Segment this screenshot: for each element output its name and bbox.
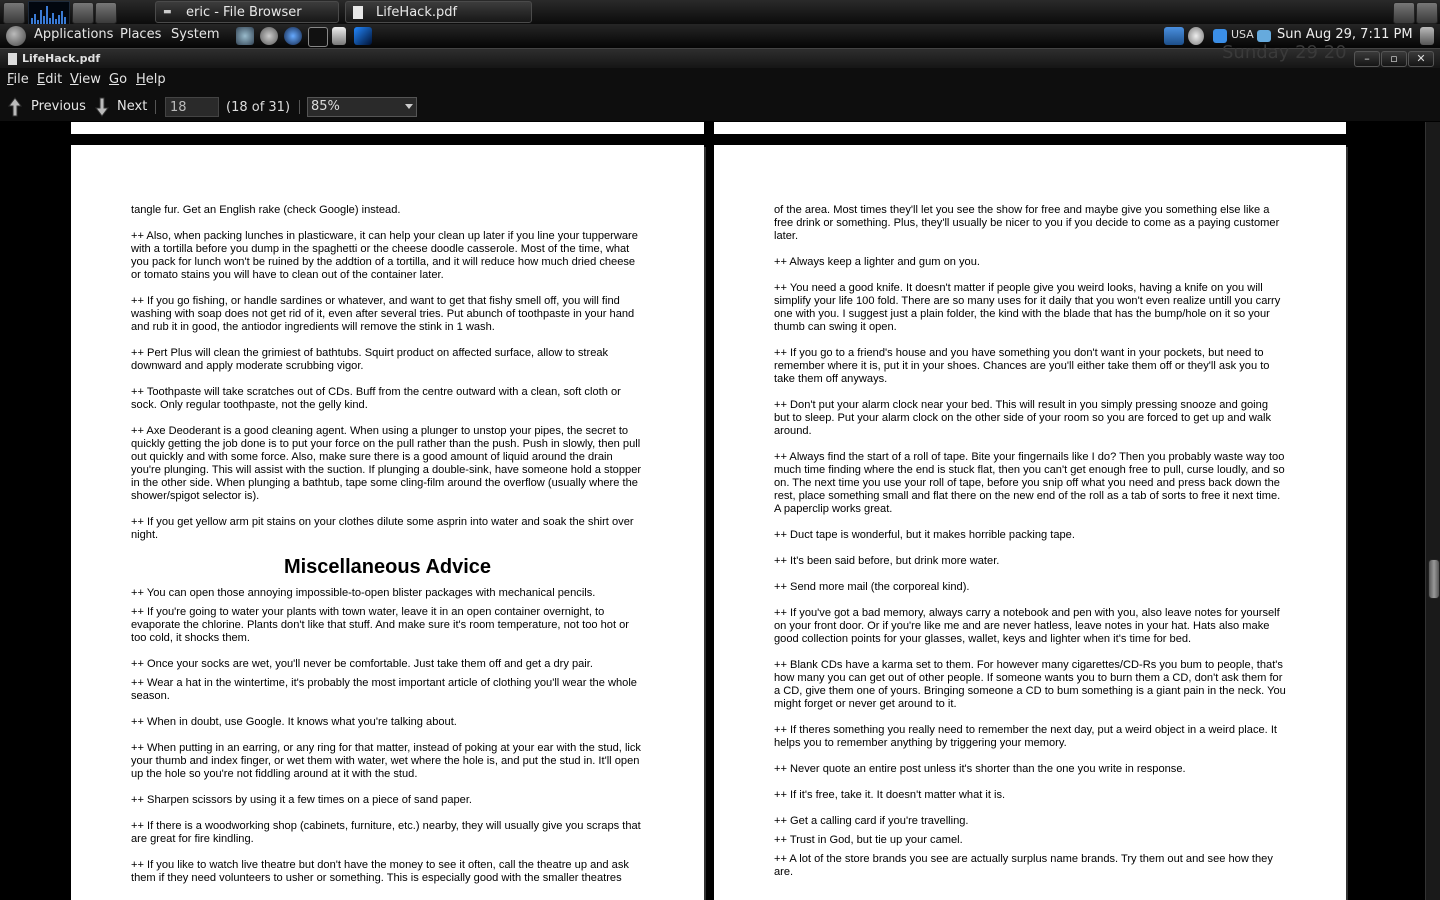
- paragraph: ++ If you've got a bad memory, always ca…: [774, 607, 1280, 645]
- paragraph: ++ Toothpaste will take scratches out of…: [131, 386, 621, 411]
- paragraph: ++ Blank CDs have a karma set to them. F…: [774, 659, 1286, 710]
- menu-view[interactable]: View: [70, 72, 101, 87]
- vertical-scrollbar[interactable]: [1425, 122, 1440, 900]
- toolbar-separator: [299, 100, 300, 114]
- desktop-date-widget: Sunday 29 20: [1222, 42, 1347, 63]
- page-count-label: (18 of 31): [226, 100, 291, 115]
- app-launcher-icon[interactable]: [354, 27, 372, 45]
- paragraph: ++ Duct tape is wonderful, but it makes …: [774, 529, 1075, 541]
- page-right: of the area. Most times they'll let you …: [714, 145, 1346, 900]
- minimize-button[interactable]: –: [1354, 51, 1380, 67]
- paragraph: ++ It's been said before, but drink more…: [774, 555, 1000, 567]
- paragraph: ++ When in doubt, use Google. It knows w…: [131, 716, 457, 728]
- settings-gear-icon[interactable]: [260, 27, 278, 45]
- toolbar-separator: [155, 100, 156, 114]
- page-number-input[interactable]: [165, 97, 219, 117]
- paragraph: ++ If you get yellow arm pit stains on y…: [131, 516, 634, 541]
- paragraph: ++ If you like to watch live theatre but…: [131, 859, 629, 884]
- menu-go[interactable]: Go: [109, 72, 127, 87]
- paragraph: ++ Also, when packing lunches in plastic…: [131, 230, 638, 281]
- menubar: File Edit View Go Help: [0, 68, 1440, 93]
- system-menu[interactable]: System: [171, 27, 219, 42]
- system-monitor-graph[interactable]: [28, 1, 70, 25]
- terminal-icon[interactable]: [308, 27, 328, 47]
- previous-page-bottom: [714, 122, 1346, 134]
- paragraph: ++ If it's free, take it. It doesn't mat…: [774, 789, 1006, 801]
- paragraph: ++ If you go fishing, or handle sardines…: [131, 295, 635, 333]
- next-page-button[interactable]: Next: [95, 97, 147, 117]
- paragraph: ++ You need a good knife. It doesn't mat…: [774, 282, 1281, 333]
- previous-page-button[interactable]: Previous: [8, 97, 86, 117]
- paragraph: ++ Always find the start of a roll of ta…: [774, 451, 1285, 515]
- window-list-icon[interactable]: [95, 2, 117, 24]
- paragraph: ++ If you go to a friend's house and you…: [774, 347, 1270, 385]
- chevron-down-icon: [405, 104, 413, 109]
- scrollbar-thumb[interactable]: [1428, 559, 1440, 599]
- section-heading: Miscellaneous Advice: [283, 556, 492, 578]
- paragraph: tangle fur. Get an English rake (check G…: [131, 204, 401, 216]
- paragraph: ++ A lot of the store brands you see are…: [774, 853, 1273, 878]
- top-taskbar: ▬ eric - File Browser LifeHack.pdf: [0, 0, 1440, 25]
- folder-icon: ▬: [163, 7, 172, 17]
- applications-menu[interactable]: Applications: [34, 27, 113, 42]
- paragraph: ++ Wear a hat in the wintertime, it's pr…: [131, 677, 637, 702]
- volume-icon[interactable]: [1188, 27, 1204, 45]
- maximize-button[interactable]: ▫: [1381, 51, 1407, 67]
- places-menu[interactable]: Places: [120, 27, 161, 42]
- window-title: LifeHack.pdf: [22, 52, 101, 65]
- workspace-1-icon[interactable]: [1393, 2, 1415, 24]
- document-view[interactable]: tangle fur. Get an English rake (check G…: [0, 122, 1425, 900]
- paragraph: of the area. Most times they'll let you …: [774, 204, 1280, 242]
- dropbox-icon[interactable]: [1213, 29, 1227, 43]
- task-label: LifeHack.pdf: [376, 5, 458, 20]
- task-label: eric - File Browser: [186, 5, 302, 20]
- network-status-icon[interactable]: [1257, 30, 1271, 42]
- cursor-tool-icon[interactable]: [1164, 27, 1184, 45]
- paragraph: ++ Sharpen scissors by using it a few ti…: [131, 794, 473, 806]
- task-file-browser[interactable]: ▬ eric - File Browser: [155, 1, 339, 23]
- task-pdf-viewer[interactable]: LifeHack.pdf: [345, 1, 532, 23]
- menu-edit[interactable]: Edit: [37, 72, 62, 87]
- document-icon: [353, 6, 363, 19]
- page-left: tangle fur. Get an English rake (check G…: [71, 145, 704, 900]
- previous-page-bottom: [71, 122, 704, 134]
- trash-icon[interactable]: [3, 2, 25, 24]
- workspace-2-icon[interactable]: [1416, 2, 1438, 24]
- paragraph: ++ Pert Plus will clean the grimiest of …: [131, 347, 609, 372]
- shutdown-icon[interactable]: [1420, 27, 1434, 45]
- document-icon: [8, 53, 17, 65]
- gnome-foot-icon[interactable]: [6, 26, 26, 46]
- paragraph: ++ Axe Deoderant is a good cleaning agen…: [131, 425, 642, 502]
- zoom-select[interactable]: 85%: [307, 97, 417, 117]
- arrow-up-icon: [8, 97, 22, 117]
- paragraph: ++ Get a calling card if you're travelli…: [774, 815, 969, 827]
- paragraph: ++ If you're going to water your plants …: [131, 606, 629, 644]
- menu-file[interactable]: File: [7, 72, 29, 87]
- paragraph: ++ Never quote an entire post unless it'…: [774, 763, 1186, 775]
- browser-icon[interactable]: [284, 27, 302, 45]
- keyboard-layout[interactable]: USA: [1231, 28, 1254, 41]
- paragraph: ++ When putting in an earring, or any ri…: [131, 742, 641, 780]
- paragraph: ++ Don't put your alarm clock near your …: [774, 399, 1272, 437]
- menu-help[interactable]: Help: [136, 72, 166, 87]
- editor-icon[interactable]: [332, 27, 346, 45]
- paragraph: ++ You can open those annoying impossibl…: [131, 587, 596, 599]
- close-button[interactable]: ✕: [1408, 51, 1434, 67]
- paragraph: ++ Send more mail (the corporeal kind).: [774, 581, 970, 593]
- panel-clock[interactable]: Sun Aug 29, 7:11 PM: [1277, 27, 1413, 42]
- toolbar: Previous Next (18 of 31) 85%: [0, 93, 1440, 122]
- paragraph: ++ If there is a woodworking shop (cabin…: [131, 820, 641, 845]
- paragraph: ++ Trust in God, but tie up your camel.: [774, 834, 963, 846]
- paragraph: ++ If theres something you really need t…: [774, 724, 1277, 749]
- arrow-down-icon: [95, 97, 109, 117]
- show-desktop-icon[interactable]: [72, 2, 94, 24]
- network-icon[interactable]: [236, 27, 254, 45]
- paragraph: ++ Once your socks are wet, you'll never…: [131, 658, 593, 670]
- paragraph: ++ Always keep a lighter and gum on you.: [774, 256, 980, 268]
